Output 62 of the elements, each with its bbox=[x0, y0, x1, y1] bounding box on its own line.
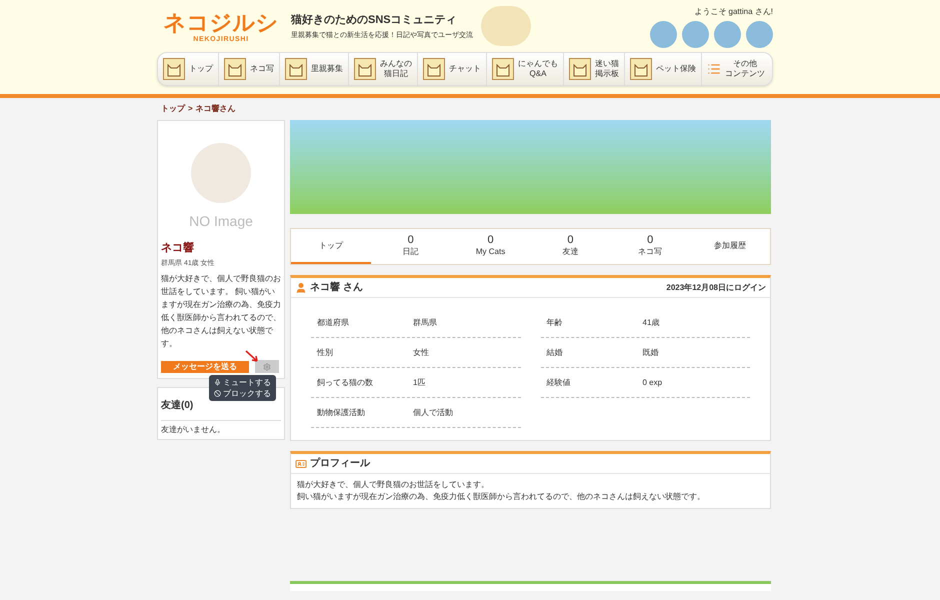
nav-item[interactable]: チャット bbox=[418, 53, 487, 85]
cat-icon bbox=[163, 58, 185, 80]
user-name: ネコ響 bbox=[161, 240, 195, 256]
cat-icon bbox=[354, 58, 376, 80]
cat-icon bbox=[423, 58, 445, 80]
user-bio: 猫が大好きで、個人で野良猫のお世話をしています。 飼い猫がいますが現在ガン治療の為、免疫力低く獣医師から言われてるので、他のネコさんは飼えない状態です。 bbox=[161, 273, 281, 350]
nav-item[interactable]: ネコ写 bbox=[219, 53, 280, 85]
field-value: 0 exp bbox=[642, 376, 662, 388]
field-value: 群馬県 bbox=[413, 316, 437, 328]
nav-item[interactable]: その他 コンテンツ bbox=[702, 53, 770, 85]
cat-icon bbox=[630, 58, 652, 80]
profile-text: 猫が大好きで、個人で野良猫のお世話をしています。 bbox=[297, 479, 490, 491]
settings-button[interactable] bbox=[255, 360, 279, 373]
profile-title: プロフィール bbox=[310, 456, 370, 471]
field-label: 年齢 bbox=[546, 316, 564, 328]
field-value: 女性 bbox=[413, 346, 429, 358]
field-label: 飼ってる猫の数 bbox=[316, 376, 374, 388]
cat-icon bbox=[224, 58, 246, 80]
field-label: 都道府県 bbox=[316, 316, 350, 328]
profile-tab[interactable]: 参加履歴 bbox=[690, 229, 770, 264]
block-icon bbox=[214, 390, 221, 397]
nav-item[interactable]: みんなの 猫日記 bbox=[349, 53, 418, 85]
welcome-text: ようこそ gattina さん! bbox=[694, 6, 773, 18]
nav-item[interactable]: 里親募集 bbox=[280, 53, 349, 85]
nav-item[interactable]: ペット保険 bbox=[625, 53, 702, 85]
breadcrumb-link[interactable]: トップ bbox=[161, 103, 185, 115]
profile-tab[interactable]: 0 ネコ写 bbox=[610, 229, 690, 264]
nav-item[interactable]: トップ bbox=[158, 53, 219, 85]
nav-item[interactable]: 迷い猫 掲示板 bbox=[564, 53, 625, 85]
id-card-icon bbox=[295, 458, 307, 470]
profile-tab[interactable]: 0 My Cats bbox=[450, 229, 530, 264]
friends-empty-text: 友達がいません。 bbox=[161, 424, 226, 436]
profile-tab[interactable]: 0 友達 bbox=[530, 229, 610, 264]
cat-icon bbox=[492, 58, 514, 80]
field-label: 動物保護活動 bbox=[316, 406, 366, 418]
friends-title: 友達(0) bbox=[161, 400, 194, 411]
field-value: 既婚 bbox=[642, 346, 658, 358]
field-label: 結婚 bbox=[546, 346, 564, 358]
nav-item[interactable]: にゃんでも Q&A bbox=[487, 53, 564, 85]
mute-menu-item[interactable]: ミュートする bbox=[214, 377, 271, 388]
profile-tab[interactable]: トップ bbox=[291, 229, 371, 264]
info-title: ネコ響 さん bbox=[310, 280, 363, 295]
profile-text: 飼い猫がいますが現在ガン治療の為、免疫力低く獣医師から言われてるので、他のネコさんは飼えない状態です。 bbox=[297, 491, 706, 503]
profile-tab[interactable]: 0 日記 bbox=[370, 229, 451, 264]
breadcrumb-separator: > bbox=[188, 103, 193, 115]
block-menu-item[interactable]: ブロックする bbox=[214, 388, 271, 399]
breadcrumb-current: ネコ響さん bbox=[196, 103, 236, 115]
cat-icon bbox=[569, 58, 591, 80]
user-icon bbox=[295, 282, 307, 294]
field-value: 41歳 bbox=[642, 316, 660, 328]
field-label: 性別 bbox=[316, 346, 334, 358]
pointer-arrow bbox=[245, 350, 259, 362]
list-icon bbox=[707, 62, 721, 76]
site-tagline: 猫好きのためのSNSコミュニティ bbox=[291, 13, 458, 28]
cat-icon bbox=[285, 58, 307, 80]
no-image-text: NO Image bbox=[189, 212, 253, 231]
field-value: 1匹 bbox=[413, 376, 426, 388]
settings-icon bbox=[263, 362, 271, 370]
last-login-text: 2023年12月08日にログイン bbox=[666, 282, 766, 294]
field-value: 個人で活動 bbox=[413, 406, 453, 418]
field-label: 経験値 bbox=[546, 376, 572, 388]
microphone-icon bbox=[214, 379, 221, 386]
